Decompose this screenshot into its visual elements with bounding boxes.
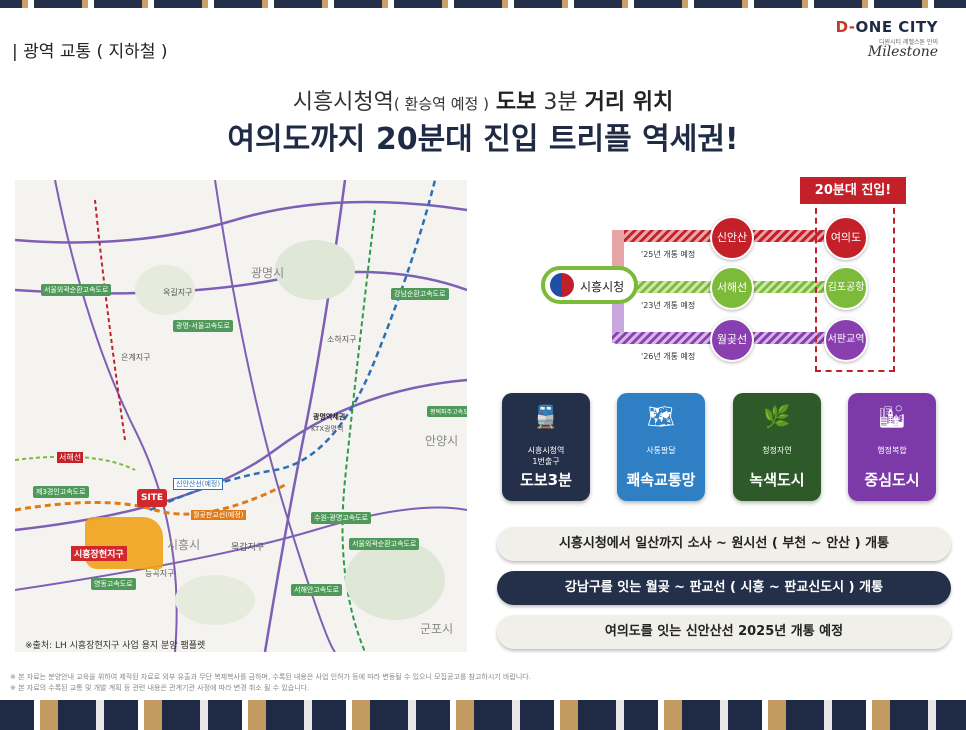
origin-label: 시흥시청 — [580, 280, 625, 294]
node-seopangyo: 서판교역 — [824, 318, 868, 362]
node-wolgot: 월곶선 — [710, 318, 754, 362]
map-area-soha: 소하지구 — [327, 335, 357, 344]
site-marker: SITE — [137, 489, 167, 507]
map-road-5: 제3경인고속도로 — [33, 486, 89, 498]
bottom-decorative-band — [0, 700, 966, 730]
card-transport-small: 사통팔달 — [646, 446, 676, 455]
logo-brand: D-ONE CITY — [835, 18, 938, 36]
card-green-small: 청정자연 — [762, 446, 792, 455]
info-pill-sinansan: 여의도를 잇는 신안산선 2025년 개통 예정 — [497, 615, 951, 649]
section-title: | 광역 교통 ( 지하철 ) — [12, 42, 168, 62]
leaf-icon: 🌿 — [763, 405, 791, 430]
map-road-1: 서울외곽순환고속도로 — [41, 284, 112, 296]
map-area-okgil: 옥길지구 — [163, 288, 193, 297]
site-zone — [85, 517, 163, 569]
map-line-seohae: 서해선 — [57, 452, 84, 463]
map-road-3: 강남순환고속도로 — [391, 288, 449, 300]
brand-logo: D-ONE CITY 디원시티 레벨스톤 만의 Milestone — [836, 18, 938, 60]
building-icon: 🏙 — [878, 405, 906, 430]
city-emblem-icon — [550, 273, 574, 297]
map-line-sinansan: 신안산선(예정) — [173, 478, 224, 490]
map-lines — [15, 180, 467, 652]
map-area-mokgam: 목감지구 — [231, 543, 265, 553]
headline-location: 시흥시청역( 환승역 예정 ) 도보 3분 거리 위치 — [292, 90, 674, 115]
map-line-wolgot: 월곶판교선(예정) — [191, 510, 246, 520]
map-road-7: 서해안고속도로 — [291, 584, 343, 596]
map-city-anyang: 안양시 — [425, 434, 459, 448]
node-gimpo: 김포공항 — [824, 266, 868, 310]
headline-main: 여의도까지 20분대 진입 트리플 역세권! — [227, 122, 739, 157]
transit-map: 광명시 안양시 시흥시 군포시 목감지구 옥길지구 은계지구 소하지구 능곡지구… — [15, 180, 467, 652]
map-icon: 🗺 — [647, 405, 675, 430]
disclaimer-2: ※ 본 자료의 수록된 교통 및 개발 계획 등 관련 내용은 관계기관 사정에… — [10, 684, 310, 692]
note-sinansan: '25년 개통 예정 — [641, 250, 696, 259]
info-pill-wolgot-pangyo: 강남구를 잇는 월곶 ~ 판교선 ( 시흥 ~ 판교신도시 ) 개통 — [497, 571, 951, 605]
map-road-9: 서울외곽순환고속도로 — [349, 538, 420, 550]
logo-script: Milestone — [867, 44, 938, 60]
map-station-gwangmyeong: 광명역세권 — [313, 413, 346, 421]
card-center-small: 행정복합 — [877, 446, 907, 455]
card-green-title: 녹색도시 — [749, 471, 805, 489]
note-wolgot: '26년 개통 예정 — [641, 352, 696, 361]
card-green: 🌿 청정자연 녹색도시 — [733, 393, 821, 501]
disclaimer-1: ※ 본 자료는 분양안내 교육을 위하여 제작된 자료로 외부 유출과 무단 복… — [10, 673, 531, 681]
train-icon: 🚆 — [532, 405, 560, 430]
node-yeouido: 여의도 — [824, 216, 868, 260]
card-walk-small: 시흥시청역 1번출구 — [527, 446, 565, 466]
site-zone-label: 시흥장현지구 — [71, 546, 127, 561]
map-station-ktx: KTX광명역 — [311, 425, 344, 433]
map-city-siheung: 시흥시 — [167, 538, 201, 552]
node-sinansan: 신안산선 — [710, 216, 754, 284]
card-center-title: 중심도시 — [864, 471, 920, 489]
card-center: 🏙 행정복합 중심도시 — [848, 393, 936, 501]
map-road-6: 영동고속도로 — [91, 578, 136, 590]
map-area-neunggok: 능곡지구 — [145, 569, 175, 578]
map-source: ※출처: LH 시흥장현지구 사업 용지 분양 팸플렛 — [25, 641, 206, 651]
map-city-gunpo: 군포시 — [420, 622, 454, 636]
card-transport: 🗺 사통팔달 쾌속교통망 — [617, 393, 705, 501]
note-seohae: '23년 개통 예정 — [641, 301, 696, 310]
card-walk: 🚆 시흥시청역 1번출구 도보3분 — [502, 393, 590, 501]
card-walk-title: 도보3분 — [520, 471, 572, 489]
node-seohae: 서해선 — [710, 266, 754, 310]
map-city-gwangmyeong: 광명시 — [251, 266, 285, 280]
map-road-2: 광명-서울고속도로 — [173, 320, 234, 332]
info-pill-sosa-wonsi: 시흥시청에서 일산까지 소사 ~ 원시선 ( 부천 ~ 안산 ) 개통 — [497, 527, 951, 561]
top-decorative-band — [0, 0, 966, 8]
map-road-4: 수원-광명고속도로 — [311, 512, 372, 524]
map-area-eungye: 은계지구 — [121, 353, 151, 362]
map-road-8: 평택파주고속도로 — [427, 406, 467, 417]
card-transport-title: 쾌속교통망 — [626, 471, 696, 489]
